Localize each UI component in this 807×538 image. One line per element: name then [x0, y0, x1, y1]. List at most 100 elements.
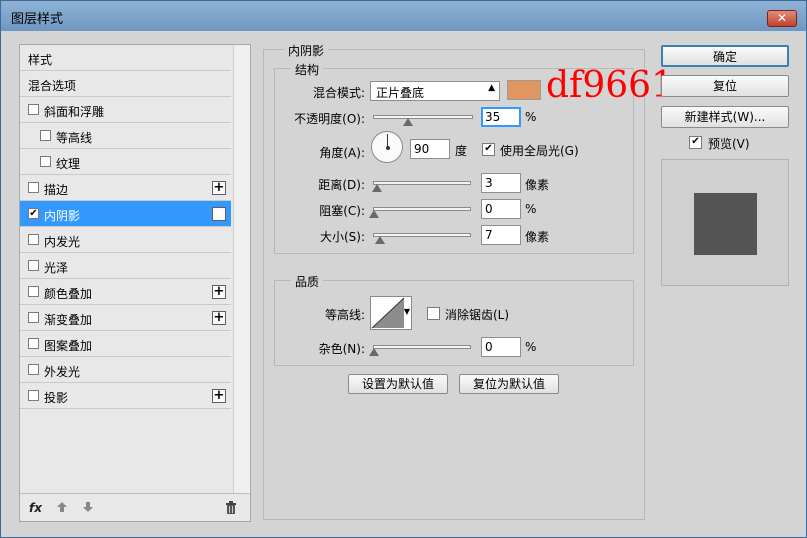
- choke-slider[interactable]: [373, 207, 471, 211]
- add-effect-icon[interactable]: +: [212, 389, 226, 403]
- style-list-item-label: 纹理: [56, 157, 81, 171]
- style-list-item-label: 渐变叠加: [44, 313, 93, 327]
- style-list-item[interactable]: 描边 +: [20, 175, 231, 201]
- global-light-label: 使用全局光(G): [500, 144, 579, 158]
- style-list-item[interactable]: 图案叠加: [20, 331, 231, 357]
- add-effect-icon[interactable]: +: [212, 207, 226, 221]
- opacity-unit: %: [525, 110, 537, 124]
- style-list-item[interactable]: 纹理: [20, 149, 231, 175]
- size-slider[interactable]: [373, 233, 471, 237]
- arrow-up-icon[interactable]: [56, 501, 68, 516]
- title-bar[interactable]: 图层样式 ✕: [1, 1, 806, 31]
- style-list-item[interactable]: 斜面和浮雕: [20, 97, 231, 123]
- reset-button[interactable]: 复位: [661, 75, 789, 97]
- style-checkbox[interactable]: [28, 286, 39, 297]
- style-list-item[interactable]: 光泽: [20, 253, 231, 279]
- close-button[interactable]: ✕: [767, 10, 797, 27]
- noise-slider[interactable]: [373, 345, 471, 349]
- style-list-item[interactable]: 外发光: [20, 357, 231, 383]
- antialias-label: 消除锯齿(L): [445, 308, 510, 322]
- reset-default-button[interactable]: 复位为默认值: [459, 374, 559, 394]
- style-checkbox[interactable]: [28, 338, 39, 349]
- choke-unit: %: [525, 202, 537, 216]
- add-effect-icon[interactable]: +: [212, 181, 226, 195]
- style-checkbox[interactable]: [28, 312, 39, 323]
- style-list-item-label: 颜色叠加: [44, 287, 93, 301]
- antialias-checkbox[interactable]: [427, 307, 440, 320]
- opacity-slider-thumb[interactable]: [403, 118, 413, 126]
- preview-box: [661, 159, 789, 286]
- style-list-item[interactable]: 投影 +: [20, 383, 231, 409]
- distance-input[interactable]: 3: [481, 173, 521, 193]
- style-list-item[interactable]: ✔ 内阴影 +: [20, 201, 231, 227]
- style-checkbox[interactable]: [40, 156, 51, 167]
- distance-label: 距离(D):: [318, 178, 365, 192]
- layer-style-dialog: 图层样式 ✕ 样式 混合选项斜面和浮雕等高线纹理描边 + ✔ 内阴影 + 内发光光泽颜色叠加…: [0, 0, 807, 538]
- angle-input[interactable]: 90: [410, 139, 450, 159]
- size-input[interactable]: 7: [481, 225, 521, 245]
- new-style-button[interactable]: 新建样式(W)...: [661, 106, 789, 128]
- style-checkbox[interactable]: [28, 234, 39, 245]
- blend-mode-label: 混合模式:: [312, 86, 365, 100]
- blend-mode-value: 正片叠底: [376, 86, 425, 100]
- add-effect-icon[interactable]: +: [212, 311, 226, 325]
- structure-group: 结构 混合模式: 正片叠底 ▲ df9661 不透明度(O): 35 % 角度(…: [274, 61, 674, 254]
- distance-slider-thumb[interactable]: [372, 184, 382, 192]
- blend-mode-select[interactable]: 正片叠底 ▲: [370, 81, 500, 101]
- style-list: 样式 混合选项斜面和浮雕等高线纹理描边 + ✔ 内阴影 + 内发光光泽颜色叠加 + 渐变叠加 + 图…: [19, 44, 251, 522]
- choke-slider-thumb[interactable]: [369, 210, 379, 218]
- contour-dropdown-icon: ▼: [403, 307, 410, 316]
- style-list-item[interactable]: 等高线: [20, 123, 231, 149]
- list-scrollbar[interactable]: [233, 45, 250, 493]
- noise-unit: %: [525, 340, 537, 354]
- fx-icon[interactable]: fx: [29, 501, 42, 515]
- opacity-input[interactable]: 35: [481, 107, 521, 127]
- angle-label: 角度(A):: [319, 146, 365, 160]
- arrow-down-icon[interactable]: [82, 501, 94, 516]
- choke-input[interactable]: 0: [481, 199, 521, 219]
- noise-slider-thumb[interactable]: [369, 348, 379, 356]
- style-list-item[interactable]: 内发光: [20, 227, 231, 253]
- angle-dial[interactable]: [371, 131, 403, 163]
- list-footer: fx: [20, 493, 250, 521]
- style-list-item-label: 描边: [44, 183, 69, 197]
- contour-picker[interactable]: ▼: [370, 296, 412, 330]
- size-unit: 像素: [525, 230, 550, 244]
- preview-checkbox[interactable]: ✔: [689, 136, 702, 149]
- window-title: 图层样式: [11, 12, 64, 27]
- distance-unit: 像素: [525, 178, 550, 192]
- quality-title: 品质: [291, 273, 324, 290]
- size-label: 大小(S):: [319, 230, 365, 244]
- style-list-item-label: 内阴影: [44, 209, 81, 223]
- style-list-item[interactable]: 颜色叠加 +: [20, 279, 231, 305]
- distance-slider[interactable]: [373, 181, 471, 185]
- noise-input[interactable]: 0: [481, 337, 521, 357]
- make-default-button[interactable]: 设置为默认值: [348, 374, 448, 394]
- style-list-item-label: 斜面和浮雕: [44, 105, 105, 119]
- style-list-item-label: 内发光: [44, 235, 81, 249]
- global-light-checkbox[interactable]: ✔: [482, 143, 495, 156]
- choke-label: 阻塞(C):: [319, 204, 365, 218]
- style-checkbox[interactable]: [28, 364, 39, 375]
- size-slider-thumb[interactable]: [375, 236, 385, 244]
- style-checkbox[interactable]: ✔: [28, 208, 39, 219]
- style-checkbox[interactable]: [28, 104, 39, 115]
- shadow-color-swatch[interactable]: [507, 80, 541, 100]
- preview-label: 预览(V): [708, 137, 750, 151]
- style-checkbox[interactable]: [40, 130, 51, 141]
- style-checkbox[interactable]: [28, 182, 39, 193]
- ok-button[interactable]: 确定: [661, 45, 789, 67]
- style-checkbox[interactable]: [28, 260, 39, 271]
- style-list-item[interactable]: 样式: [20, 45, 231, 71]
- trash-icon[interactable]: [225, 501, 237, 517]
- style-list-item[interactable]: 渐变叠加 +: [20, 305, 231, 331]
- style-list-item-label: 外发光: [44, 365, 81, 379]
- angle-unit: 度: [455, 144, 468, 158]
- style-list-item-label: 光泽: [44, 261, 69, 275]
- contour-preview-icon: [371, 297, 405, 329]
- add-effect-icon[interactable]: +: [212, 285, 226, 299]
- style-list-item[interactable]: 混合选项: [20, 71, 231, 97]
- style-checkbox[interactable]: [28, 390, 39, 401]
- opacity-slider[interactable]: [373, 115, 473, 119]
- opacity-label: 不透明度(O):: [294, 112, 365, 126]
